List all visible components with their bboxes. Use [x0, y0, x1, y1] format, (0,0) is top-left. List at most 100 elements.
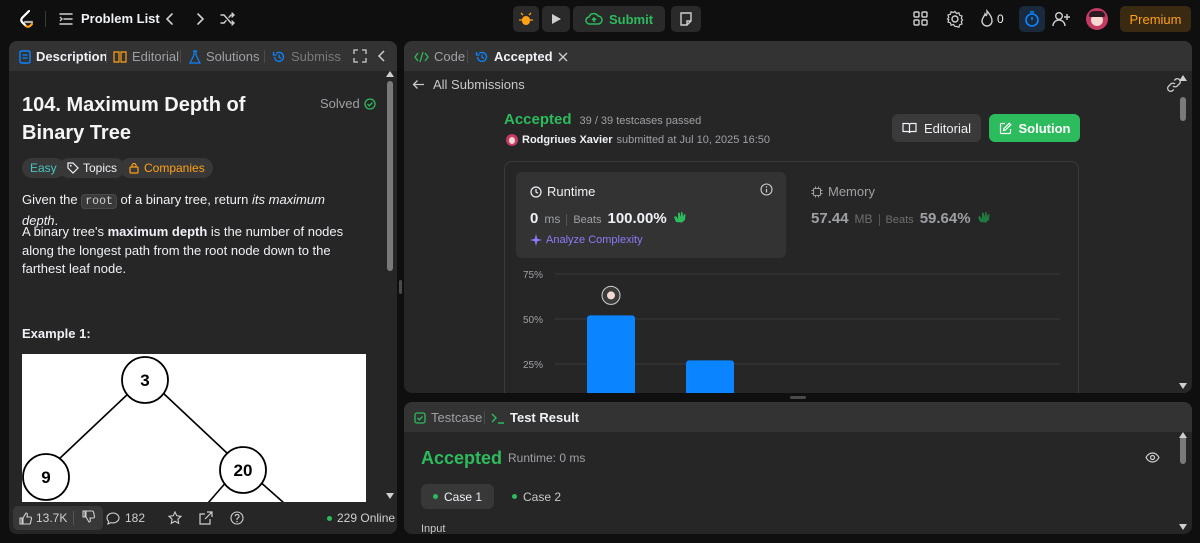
- debug-button[interactable]: [513, 6, 539, 32]
- all-submissions-link[interactable]: All Submissions: [412, 77, 525, 92]
- panel-resize-handle[interactable]: [399, 280, 402, 294]
- history-icon: [272, 51, 285, 62]
- check-circle-icon: [364, 97, 376, 110]
- share-icon[interactable]: [199, 511, 213, 525]
- next-question-icon[interactable]: [191, 10, 209, 28]
- tab-accepted[interactable]: Accepted: [475, 49, 568, 64]
- companies-chip[interactable]: Companies: [120, 158, 213, 178]
- collapse-icon[interactable]: [376, 49, 388, 63]
- timer-button[interactable]: [1019, 6, 1045, 32]
- edit-icon: [999, 121, 1012, 134]
- tab-editorial[interactable]: Editorial: [113, 49, 179, 64]
- chart-y-tick-label: 50%: [523, 315, 543, 326]
- like-button[interactable]: 13.7K: [13, 511, 73, 525]
- clap-icon: [673, 212, 686, 223]
- runtime-label-row: Runtime: [530, 184, 595, 199]
- tab-divider: [106, 50, 107, 63]
- tab-divider: [467, 50, 468, 63]
- tab-description-label: Description: [36, 49, 108, 64]
- run-submit-group: Submit: [513, 6, 702, 32]
- tab-description[interactable]: Description: [19, 49, 108, 64]
- memory-value-row: 57.44 MB Beats 59.64%: [811, 210, 991, 227]
- author-name[interactable]: Rodgriues Xavier: [522, 134, 612, 146]
- description-scrollbar[interactable]: [387, 81, 393, 271]
- case-2-label: Case 2: [523, 489, 562, 504]
- info-icon[interactable]: [760, 183, 773, 196]
- maximize-icon[interactable]: [353, 49, 367, 63]
- console-scrollbar[interactable]: [1180, 436, 1186, 464]
- scroll-down-icon[interactable]: [1179, 524, 1187, 530]
- chart-bar[interactable]: [686, 360, 734, 393]
- scroll-up-icon[interactable]: [386, 71, 394, 77]
- case-1-tab[interactable]: Case 1: [421, 484, 495, 509]
- tab-code[interactable]: Code: [414, 49, 465, 64]
- chart-y-tick-label: 75%: [523, 270, 543, 281]
- problem-list-link[interactable]: Problem List: [81, 11, 160, 26]
- add-friend-icon[interactable]: [1051, 9, 1071, 29]
- desc-bold: maximum depth: [107, 224, 208, 239]
- submission-scrollbar[interactable]: [1180, 97, 1186, 121]
- tab-solutions[interactable]: Solutions: [189, 49, 259, 64]
- scroll-down-icon[interactable]: [386, 493, 394, 499]
- close-icon[interactable]: [558, 52, 568, 62]
- input-label: Input: [421, 523, 446, 534]
- case-2-tab[interactable]: Case 2: [500, 484, 573, 509]
- leetcode-logo-icon[interactable]: [17, 9, 37, 29]
- problem-list-icon[interactable]: [58, 11, 74, 27]
- streak-flame-icon[interactable]: [977, 9, 997, 29]
- description-panel: Description Editorial Solutions Submiss …: [9, 41, 397, 534]
- tree-node-label: 20: [234, 461, 253, 480]
- panel-resize-handle-horizontal[interactable]: [790, 396, 806, 399]
- dislike-button[interactable]: [74, 510, 103, 526]
- beats-label: Beats: [566, 214, 601, 226]
- scroll-down-icon[interactable]: [1179, 383, 1187, 389]
- star-icon[interactable]: [168, 511, 182, 525]
- solution-button-label: Solution: [1018, 120, 1071, 136]
- document-icon: [19, 49, 31, 64]
- companies-label: Companies: [144, 161, 205, 175]
- description-tabs: Description Editorial Solutions Submiss: [9, 41, 397, 71]
- submit-button[interactable]: Submit: [573, 6, 666, 32]
- editor-tabs: Code Accepted: [404, 41, 1192, 71]
- runtime-card[interactable]: Runtime 0 ms Beats 100.00% Analyze Compl…: [516, 172, 786, 258]
- question-title: 104. Maximum Depth of Binary Tree: [22, 94, 246, 144]
- author-avatar[interactable]: [506, 134, 518, 146]
- bug-icon: [519, 12, 533, 25]
- chip-icon: [811, 186, 823, 197]
- avatar[interactable]: [1086, 8, 1108, 30]
- prev-question-icon[interactable]: [161, 10, 179, 28]
- run-button[interactable]: [542, 6, 570, 32]
- case-pass-dot: [512, 494, 517, 499]
- submission-panel: Code Accepted All Submissions Accepted 3…: [404, 41, 1192, 393]
- performance-stats: Runtime 0 ms Beats 100.00% Analyze Compl…: [504, 161, 1079, 393]
- submit-label: Submit: [609, 11, 654, 27]
- desc-text: Given the: [22, 192, 82, 207]
- memory-value: 57.44: [811, 210, 849, 227]
- topics-label: Topics: [83, 161, 118, 175]
- memory-card[interactable]: Memory 57.44 MB Beats 59.64%: [798, 172, 1068, 258]
- analyze-complexity-link[interactable]: Analyze Complexity: [530, 234, 643, 246]
- notes-button[interactable]: [671, 6, 702, 32]
- chart-bar[interactable]: [587, 315, 635, 393]
- help-icon[interactable]: [230, 511, 244, 525]
- tab-test-result[interactable]: Test Result: [491, 410, 579, 425]
- editorial-button[interactable]: Editorial: [892, 114, 981, 142]
- submitted-at: submitted at Jul 10, 2025 16:50: [616, 134, 770, 146]
- tab-testcase[interactable]: Testcase: [414, 410, 482, 425]
- tab-submissions[interactable]: Submiss: [272, 49, 341, 64]
- comment-icon: [106, 511, 120, 525]
- scroll-up-icon[interactable]: [1179, 75, 1187, 81]
- solution-button[interactable]: Solution: [989, 114, 1080, 142]
- topics-chip[interactable]: Topics: [59, 158, 126, 178]
- beats-label: Beats: [878, 214, 914, 226]
- stopwatch-icon: [1025, 11, 1039, 27]
- shuffle-icon[interactable]: [219, 10, 237, 28]
- settings-gear-icon[interactable]: [945, 9, 965, 29]
- cloud-upload-icon: [585, 12, 603, 25]
- layout-grid-icon[interactable]: [911, 9, 931, 29]
- streak-count: 0: [997, 12, 1004, 26]
- premium-button[interactable]: Premium: [1120, 6, 1191, 32]
- scroll-up-icon[interactable]: [1179, 432, 1187, 438]
- comments-button[interactable]: 182: [106, 511, 145, 525]
- eye-icon[interactable]: [1145, 452, 1160, 463]
